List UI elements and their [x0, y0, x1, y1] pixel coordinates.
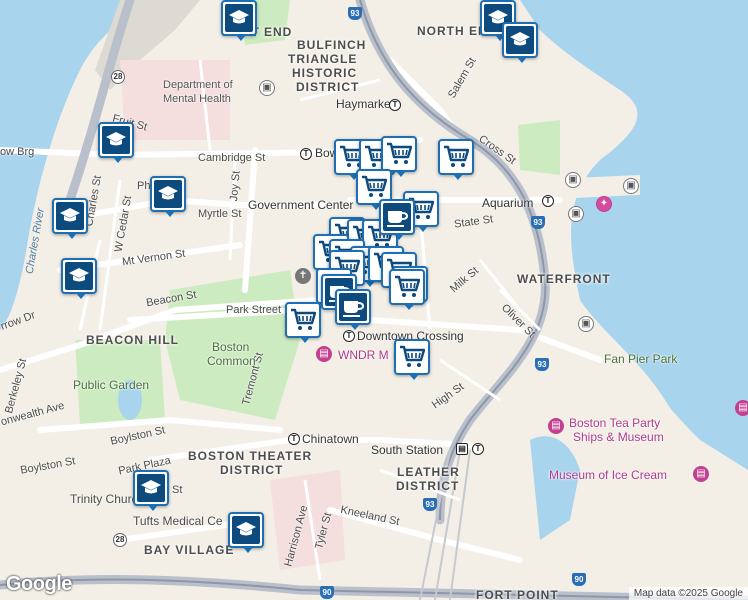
school-marker[interactable]	[228, 512, 264, 553]
subway-icon[interactable]: T	[472, 443, 484, 455]
subway-icon[interactable]: T	[288, 433, 300, 445]
shopping-marker[interactable]	[389, 269, 425, 310]
school-icon	[137, 474, 165, 502]
school-icon	[65, 262, 93, 290]
cart-icon	[360, 173, 388, 201]
shopping-marker[interactable]	[285, 302, 321, 343]
school-marker[interactable]	[221, 0, 257, 41]
route-shield: 28	[111, 70, 125, 84]
cart-icon	[442, 143, 470, 171]
poi-fan-pier: Fan Pier Park	[604, 352, 678, 366]
school-marker[interactable]	[52, 198, 88, 239]
street-myrtle: Myrtle St	[198, 208, 242, 220]
museum-icon[interactable]: ▤	[316, 346, 332, 362]
highway-shield: 90	[572, 573, 586, 586]
cafe-marker[interactable]	[335, 289, 371, 330]
cross-icon: ✝	[295, 268, 311, 284]
poi-dept-mental-2: Mental Health	[163, 93, 231, 105]
route-shield: 28	[113, 533, 127, 547]
transit-haymarket: Haymarket	[336, 97, 395, 111]
poi-tufts: Tufts Medical Ce	[133, 514, 223, 528]
district-leather-1: LEATHER	[397, 465, 460, 479]
subway-icon[interactable]: T	[389, 99, 401, 111]
transit-chinatown: Chinatown	[302, 432, 359, 446]
shopping-marker[interactable]	[394, 339, 430, 380]
building-icon: ▣	[565, 172, 581, 188]
building-icon: ▣	[623, 178, 639, 194]
transit-south-station: South Station	[371, 443, 444, 457]
school-icon	[506, 26, 534, 54]
school-icon	[56, 202, 84, 230]
school-marker[interactable]	[98, 122, 134, 163]
google-logo: Google	[6, 573, 72, 595]
district-boston-theater-2: DISTRICT	[220, 463, 284, 477]
building-icon: ▣	[568, 206, 584, 222]
cafe-marker[interactable]	[379, 199, 415, 240]
cart-icon	[289, 306, 317, 334]
cart-icon	[398, 343, 426, 371]
district-leather-2: DISTRICT	[396, 479, 460, 493]
cart-icon	[385, 140, 413, 168]
coffee-icon	[339, 293, 367, 321]
district-beacon-hill: BEACON HILL	[86, 333, 179, 347]
bird-icon[interactable]: ✦	[596, 196, 612, 212]
school-icon	[154, 180, 182, 208]
museum-icon[interactable]: ▤	[735, 400, 748, 416]
school-marker[interactable]	[61, 258, 97, 299]
school-marker[interactable]	[150, 176, 186, 217]
museum-icon[interactable]: ▤	[548, 418, 564, 434]
district-bulfinch-4: DISTRICT	[296, 80, 360, 94]
street-park: Park Street	[226, 304, 282, 316]
school-marker[interactable]	[133, 470, 169, 511]
subway-icon[interactable]: T	[542, 195, 554, 207]
transit-aquarium: Aquarium	[482, 196, 534, 210]
district-fort-point: FORT POINT	[476, 588, 559, 600]
highway-shield: 93	[423, 498, 437, 511]
poi-tea-party-2: Ships & Museum	[573, 430, 664, 444]
highway-shield: 93	[348, 7, 362, 20]
poi-boston-common-2: Common	[207, 354, 256, 368]
school-marker[interactable]	[502, 22, 538, 63]
district-bay-village: BAY VILLAGE	[144, 543, 235, 557]
shopping-marker[interactable]	[438, 139, 474, 180]
building-icon[interactable]: ▣	[259, 80, 275, 96]
train-icon[interactable]: ▤	[456, 443, 468, 455]
museum-icon[interactable]: ▤	[693, 466, 709, 482]
street-st-partial: St	[172, 484, 183, 496]
street-cambridge: Cambridge St	[198, 152, 266, 164]
district-bulfinch-1: BULFINCH	[297, 38, 367, 52]
building-icon: ▣	[578, 316, 594, 332]
poi-dept-mental-1: Department of	[163, 79, 233, 91]
shopping-marker[interactable]	[381, 136, 417, 177]
highway-shield: 93	[535, 358, 549, 371]
school-icon	[225, 4, 253, 32]
street-longfellow: ow Brg	[0, 146, 35, 158]
poi-wndr: WNDR M	[338, 348, 389, 362]
poi-public-garden: Public Garden	[73, 378, 150, 392]
highway-shield: 90	[320, 586, 334, 599]
poi-ice-cream: Museum of Ice Cream	[549, 468, 668, 482]
school-icon	[102, 126, 130, 154]
map-attribution[interactable]: Map data ©2025 Google	[628, 587, 748, 600]
school-icon	[232, 516, 260, 544]
cart-icon	[393, 273, 421, 301]
district-bulfinch-2: TRIANGLE	[288, 52, 358, 66]
transit-gov-center: Government Center	[248, 198, 354, 212]
district-boston-theater-1: BOSTON THEATER	[188, 449, 313, 463]
district-bulfinch-3: HISTORIC	[292, 66, 358, 80]
map-canvas[interactable]: Charles River WEST END NORTH END BULFINC…	[0, 0, 748, 600]
subway-icon[interactable]: T	[300, 148, 312, 160]
coffee-icon	[383, 203, 411, 231]
highway-shield: 93	[531, 216, 545, 229]
poi-boston-common-1: Boston	[212, 340, 250, 354]
district-waterfront: WATERFRONT	[517, 272, 611, 286]
poi-tea-party-1: Boston Tea Party	[569, 416, 661, 430]
subway-icon[interactable]: T	[343, 330, 355, 342]
